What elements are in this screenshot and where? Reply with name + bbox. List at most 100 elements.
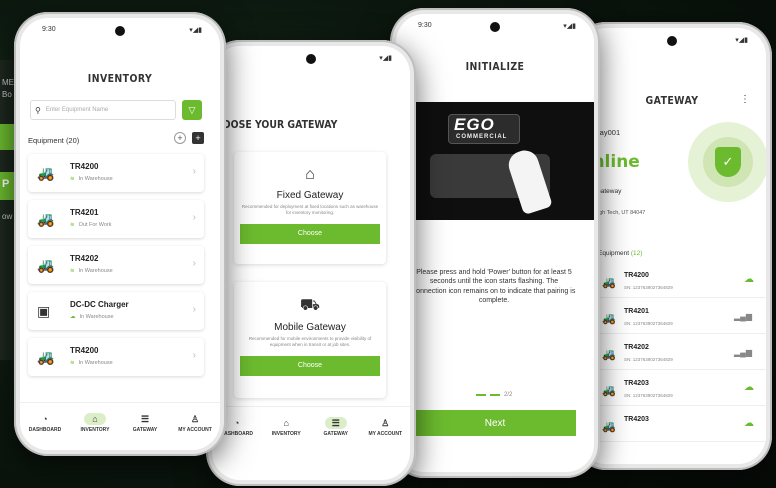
status-time: 9:30 xyxy=(42,26,56,33)
filter-icon: ▽ xyxy=(188,104,196,115)
filter-button[interactable]: ▽ xyxy=(182,100,202,120)
status-time: 9:30 xyxy=(418,22,432,29)
wifi-icon: ≋ xyxy=(70,268,75,274)
screen: ▾◢▮ GATEWAY ⋮ Gateway001 Online Fixed Ga… xyxy=(578,28,766,464)
nav-account[interactable]: ♙ MY ACCOUNT xyxy=(175,413,215,434)
item-sn: SN: 1237639027364829 xyxy=(624,393,673,398)
choose-button[interactable]: Choose xyxy=(240,223,380,244)
user-icon: ♙ xyxy=(381,417,390,428)
signal-icon: ▂▄▆ xyxy=(734,348,752,357)
list-item[interactable]: 🚜 TR4200 ≋ In Warehouse › xyxy=(28,154,204,192)
charger-icon: ▣ xyxy=(37,303,51,319)
nav-gateway[interactable]: ☰ GATEWAY xyxy=(125,413,165,434)
mower-icon: 🚜 xyxy=(602,313,616,325)
item-status: ≋ In Warehouse xyxy=(70,360,113,366)
bg-text: P xyxy=(2,178,10,190)
item-status: ☁ In Warehouse xyxy=(70,314,114,320)
equipment-actions: + + xyxy=(174,132,204,144)
gateway-desc: Recommended for deployment at fixed loca… xyxy=(241,204,379,215)
nav-inventory[interactable]: ⌂ INVENTORY xyxy=(75,413,115,433)
nav-gateway[interactable]: ☰ GATEWAY xyxy=(316,417,356,437)
truck-icon: ⛟ xyxy=(299,297,321,314)
nav-inventory[interactable]: ⌂ INVENTORY xyxy=(266,417,306,437)
page-title: GATEWAY xyxy=(645,94,699,107)
more-icon[interactable]: ⋮ xyxy=(740,94,750,105)
page-title: INITIALIZE xyxy=(465,60,525,73)
equipment-header: Equipment (20) xyxy=(28,136,80,145)
search-icon: ⚲ xyxy=(35,105,41,115)
status-bar: 9:30 ▾◢▮ xyxy=(418,22,576,30)
item-name: TR4202 xyxy=(70,254,99,263)
list-item[interactable]: 🚜 TR4200 SN: 1237639027364829 ☁ xyxy=(578,266,766,298)
bg-text: ME xyxy=(2,78,14,87)
gateway-desc: Recommended for mobile environments to p… xyxy=(248,336,372,347)
pager: 2/2 xyxy=(476,392,512,398)
shield-check-icon: ✓ xyxy=(715,147,741,177)
gauge-icon: ◔ xyxy=(42,414,48,424)
cloud-icon: ☁ xyxy=(70,314,76,320)
list-item[interactable]: 🚜 TR4202 ≋ In Warehouse › xyxy=(28,246,204,284)
item-name: TR4203 xyxy=(624,416,649,423)
list-item[interactable]: 🚜 TR4203 SN: 1237639027364829 ☁ xyxy=(578,374,766,406)
mobile-gateway-card: ⛟ Mobile Gateway Recommended for mobile … xyxy=(234,282,386,398)
item-sn: SN: 1237639027364829 xyxy=(624,357,673,362)
item-name: DC-DC Charger xyxy=(70,300,129,309)
list-item[interactable]: 🚜 TR4203 ☁ xyxy=(578,410,766,442)
phone-inventory: 9:30 ▾◢▮ INVENTORY ⚲ Enter Equipment Name… xyxy=(14,12,226,456)
screen: 9:30 ▾◢▮ INVENTORY ⚲ Enter Equipment Name… xyxy=(20,18,220,450)
logo-brand: EGO xyxy=(454,115,495,134)
nav-account[interactable]: ♙ MY ACCOUNT xyxy=(365,417,405,438)
mower-icon: 🚜 xyxy=(602,277,616,289)
gateway-name: Mobile Gateway xyxy=(274,322,346,333)
choose-button[interactable]: Choose xyxy=(240,355,380,376)
router-icon: ☰ xyxy=(324,417,347,429)
logo-sub: COMMERCIAL xyxy=(456,134,508,140)
item-name: TR4201 xyxy=(70,208,99,217)
list-item[interactable]: 🚜 TR4201 SN: 1237639027364829 ▂▄▆ xyxy=(578,302,766,334)
list-item[interactable]: 🚜 TR4201 ≋ Out For Work › xyxy=(28,200,204,238)
status-bar: ▾◢▮ xyxy=(379,55,392,62)
chevron-right-icon: › xyxy=(192,212,196,223)
cloud-icon: ☁ xyxy=(744,418,754,429)
chevron-right-icon: › xyxy=(192,304,196,315)
status-bar: ▾◢▮ xyxy=(735,37,748,44)
screen: ▾◢▮ CHOOSE YOUR GATEWAY ⌂ Fixed Gateway … xyxy=(212,46,410,480)
online-shield: ✓ xyxy=(688,122,766,202)
item-status: ≋ Out For Work xyxy=(70,222,112,228)
router-icon: ☰ xyxy=(140,413,150,424)
next-button[interactable]: Next xyxy=(414,410,576,436)
item-name: TR4203 xyxy=(624,380,649,387)
bg-text: Bo xyxy=(2,90,12,99)
mower-icon: 🚜 xyxy=(37,165,55,181)
item-name: TR4201 xyxy=(624,308,649,315)
mower-icon: 🚜 xyxy=(602,349,616,361)
search-input[interactable]: ⚲ Enter Equipment Name xyxy=(30,100,176,120)
list-item[interactable]: ▣ DC-DC Charger ☁ In Warehouse › xyxy=(28,292,204,330)
item-sn: SN: 1237639027364829 xyxy=(624,285,673,290)
equipment-label: Equipment (12) xyxy=(598,250,643,257)
cloud-icon: ☁ xyxy=(744,382,754,393)
mower-icon: 🚜 xyxy=(37,257,55,273)
bottom-nav: ◔ DASHBOARD ⌂ INVENTORY ☰ GATEWAY ♙ MY ACCOU… xyxy=(20,402,220,450)
list-item[interactable]: 🚜 TR4202 SN: 1237639027364829 ▂▄▆ xyxy=(578,338,766,370)
item-status: ≋ In Warehouse xyxy=(70,176,113,182)
wifi-icon: ≋ xyxy=(70,360,75,366)
home-icon: ⌂ xyxy=(84,413,106,425)
add-circle-icon[interactable]: + xyxy=(174,132,186,144)
nav-dashboard[interactable]: ◔ DASHBOARD xyxy=(25,413,65,433)
chevron-right-icon: › xyxy=(192,166,196,177)
list-item[interactable]: 🚜 TR4200 ≋ In Warehouse › xyxy=(28,338,204,376)
wifi-icon: ≋ xyxy=(70,176,75,182)
screen: 9:30 ▾◢▮ INITIALIZE EGO COMMERCIAL Please… xyxy=(396,14,594,472)
mower-icon: 🚜 xyxy=(602,385,616,397)
item-name: TR4200 xyxy=(70,346,99,355)
signal-icon: ▂▄▆ xyxy=(734,312,752,321)
wifi-icon: ≋ xyxy=(70,222,75,228)
add-square-icon[interactable]: + xyxy=(192,132,204,144)
status-bar: 9:30 ▾◢▮ xyxy=(42,26,202,34)
user-icon: ♙ xyxy=(190,413,200,424)
item-sn: SN: 1237639027364829 xyxy=(624,321,673,326)
mower-icon: 🚜 xyxy=(602,421,616,433)
phone-initialize: 9:30 ▾◢▮ INITIALIZE EGO COMMERCIAL Please… xyxy=(390,8,600,478)
house-wifi-icon: ⌂ xyxy=(305,166,315,183)
